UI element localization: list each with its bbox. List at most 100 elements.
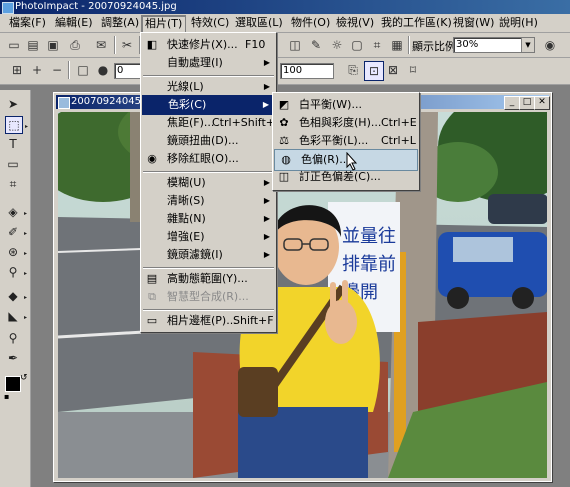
mouse-pointer-icon: [346, 152, 358, 171]
menu-effect[interactable]: 特效(C): [188, 15, 232, 31]
menu-selection[interactable]: 選取區(L): [232, 15, 286, 31]
menu-item-shortcut: Ctrl+E: [381, 116, 417, 129]
select-mode-icon[interactable]: ⊡: [364, 61, 384, 81]
menu-item-shortcut: F10: [245, 38, 266, 51]
swap-colors-icon[interactable]: ↺: [20, 373, 28, 383]
menu-item-shortcut: Ctrl+Shift+F: [212, 116, 282, 129]
square-shape-icon[interactable]: □: [74, 61, 92, 79]
eraser-tool-icon[interactable]: ◆ ▸: [5, 288, 27, 304]
menu-item-label: 移除紅眼(O)...: [167, 152, 239, 165]
eyedropper-tool-icon[interactable]: ✒: [5, 350, 21, 366]
menu-window[interactable]: 視窗(W): [450, 15, 497, 31]
text-tool-icon[interactable]: T: [5, 136, 21, 152]
right-value-field[interactable]: 100: [280, 63, 334, 79]
menu-item-hdr[interactable]: ▤ 高動態範圍(Y)...: [141, 269, 276, 289]
open-file-icon[interactable]: ▤: [24, 36, 42, 54]
globe-icon[interactable]: ◉: [541, 36, 559, 54]
menu-photo[interactable]: 相片(T): [141, 15, 187, 33]
pin-icon[interactable]: ⊞: [8, 61, 26, 79]
photo-menu: ◧ 快速修片(X)... F10 自動處理(I) ▶ 光線(L) ▶ 色彩(C)…: [140, 32, 281, 333]
menu-item-photo-border[interactable]: ▭ 相片邊框(P)... Shift+F: [141, 311, 276, 331]
correct-color-icon: ◫: [278, 170, 290, 183]
minimize-button[interactable]: _: [504, 96, 520, 110]
quick-fix-icon: ◧: [146, 38, 158, 51]
path-tool-icon[interactable]: ▭: [5, 156, 21, 172]
stamp-tool-icon[interactable]: ⚲ ▸: [5, 264, 27, 280]
pick-tool-icon[interactable]: ➤: [5, 96, 21, 112]
reset-colors-icon[interactable]: ▪: [4, 392, 9, 401]
menu-item-red-eye[interactable]: ◉ 移除紅眼(O)...: [141, 149, 276, 169]
menu-item-color-balance[interactable]: ⚖ 色彩平衡(L)... Ctrl+L: [273, 131, 419, 151]
menu-item-lens-distortion[interactable]: 鏡頭扭曲(D)...: [141, 131, 276, 151]
frame-icon[interactable]: ▢: [348, 36, 366, 54]
paint-icon[interactable]: ✎: [307, 36, 325, 54]
layout-icon[interactable]: ▦: [388, 36, 406, 54]
menu-view[interactable]: 檢視(V): [333, 15, 377, 31]
hdr-icon: ▤: [146, 272, 158, 285]
minus-icon[interactable]: −: [48, 61, 66, 79]
submenu-arrow-icon: ▶: [262, 100, 269, 109]
foreground-color-swatch[interactable]: [5, 376, 21, 392]
save-icon[interactable]: ▣: [44, 36, 62, 54]
menu-item-focus[interactable]: 焦距(F)... Ctrl+Shift+F: [141, 113, 281, 133]
menu-item-label: 增強(E): [167, 230, 205, 243]
left-value-field[interactable]: 0: [114, 63, 142, 79]
submenu-arrow-icon: ▶: [263, 58, 270, 67]
menu-item-hue-saturation[interactable]: ✿ 色相與彩度(H)... Ctrl+E: [273, 113, 419, 133]
menu-item-color[interactable]: 色彩(C) ▶: [142, 95, 275, 115]
zoom-select[interactable]: 30% ▼: [453, 37, 535, 53]
brightness-icon[interactable]: ☼: [328, 36, 346, 54]
menu-item-sharpen[interactable]: 清晰(S) ▶: [141, 191, 276, 211]
new-file-icon[interactable]: ▭: [5, 36, 23, 54]
menu-item-label: 色相與彩度(H)...: [299, 116, 382, 129]
menu-item-label: 光線(L): [167, 80, 204, 93]
menu-item-noise[interactable]: 雜點(N) ▶: [141, 209, 276, 229]
crop-tool-icon[interactable]: ⌗: [5, 176, 21, 192]
menu-item-quick-fix[interactable]: ◧ 快速修片(X)... F10: [141, 35, 276, 55]
sign-text-2: 排靠前: [342, 254, 396, 275]
submenu-arrow-icon: ▶: [263, 196, 270, 205]
menu-edit[interactable]: 編輯(E): [52, 15, 96, 31]
object-tool-icon[interactable]: ◫: [286, 36, 304, 54]
menu-bar: 檔案(F) 編輯(E) 調整(A) 相片(T) 特效(C) 選取區(L) 物件(…: [0, 14, 570, 33]
mask-icon[interactable]: ⎘: [344, 61, 362, 79]
circle-shape-icon[interactable]: ●: [94, 61, 112, 79]
chevron-down-icon[interactable]: ▼: [521, 38, 534, 52]
menu-item-label: 清晰(S): [167, 194, 205, 207]
menu-item-lighting[interactable]: 光線(L) ▶: [141, 77, 276, 97]
close-button[interactable]: ✕: [534, 96, 550, 110]
app-icon: [2, 2, 14, 14]
submenu-arrow-icon: ▶: [263, 250, 270, 259]
clone-tool-icon[interactable]: ⊛ ▸: [5, 244, 27, 260]
anchor-icon[interactable]: ⌑: [404, 61, 422, 79]
menu-item-label: 快速修片(X)...: [167, 38, 238, 51]
menu-object[interactable]: 物件(O): [288, 15, 333, 31]
zoom-tool-icon[interactable]: ⚲: [5, 330, 21, 346]
menu-item-white-balance[interactable]: ◩ 白平衡(W)...: [273, 95, 419, 115]
plus-icon[interactable]: +: [28, 61, 46, 79]
menu-item-shortcut: Ctrl+L: [381, 134, 416, 147]
menu-item-lens-filter[interactable]: 鏡頭濾鏡(I) ▶: [141, 245, 276, 265]
maximize-button[interactable]: □: [519, 96, 535, 110]
menu-adjust[interactable]: 調整(A): [98, 15, 142, 31]
menu-item-smart-merge[interactable]: ⧉ 智慧型合成(R)...: [141, 287, 276, 307]
marquee-tool-icon[interactable]: ⬚ ▸: [5, 116, 28, 134]
cut-icon[interactable]: ✂: [118, 36, 136, 54]
submenu-arrow-icon: ▶: [263, 214, 270, 223]
menu-item-label: 鏡頭濾鏡(I): [167, 248, 223, 261]
menu-item-label: 高動態範圍(Y)...: [167, 272, 248, 285]
mail-icon[interactable]: ✉: [92, 36, 110, 54]
print-icon[interactable]: ⎙: [66, 36, 84, 54]
menu-workspace[interactable]: 我的工作區(K): [378, 15, 455, 31]
menu-item-auto-process[interactable]: 自動處理(I) ▶: [141, 53, 276, 73]
brush-tool-icon[interactable]: ✐ ▸: [5, 224, 27, 240]
fill-tool-icon[interactable]: ◣ ▸: [5, 308, 27, 324]
menu-help[interactable]: 說明(H): [496, 15, 541, 31]
menu-item-blur[interactable]: 模糊(U) ▶: [141, 173, 276, 193]
submenu-arrow-icon: ▶: [263, 178, 270, 187]
transform-icon[interactable]: ⊠: [384, 61, 402, 79]
menu-item-enhance[interactable]: 增強(E) ▶: [141, 227, 276, 247]
crop-icon[interactable]: ⌗: [368, 36, 386, 54]
retouch-tool-icon[interactable]: ◈ ▸: [5, 204, 27, 220]
menu-file[interactable]: 檔案(F): [6, 15, 49, 31]
